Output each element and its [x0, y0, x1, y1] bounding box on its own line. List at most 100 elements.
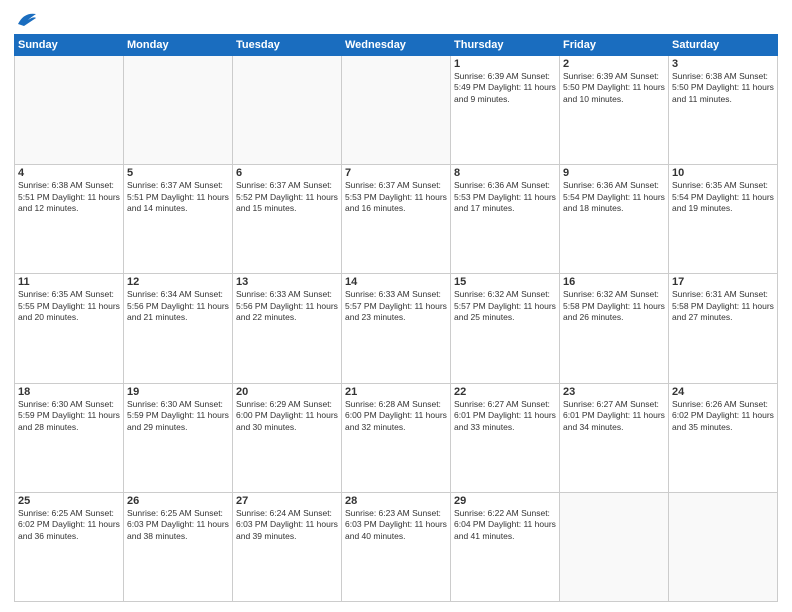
calendar-header-row: SundayMondayTuesdayWednesdayThursdayFrid…: [15, 35, 778, 56]
calendar-cell: 5Sunrise: 6:37 AM Sunset: 5:51 PM Daylig…: [124, 165, 233, 274]
calendar-cell: 24Sunrise: 6:26 AM Sunset: 6:02 PM Dayli…: [669, 383, 778, 492]
day-info: Sunrise: 6:32 AM Sunset: 5:58 PM Dayligh…: [563, 289, 665, 323]
day-info: Sunrise: 6:25 AM Sunset: 6:02 PM Dayligh…: [18, 508, 120, 542]
calendar-cell: 25Sunrise: 6:25 AM Sunset: 6:02 PM Dayli…: [15, 492, 124, 601]
calendar-cell: 13Sunrise: 6:33 AM Sunset: 5:56 PM Dayli…: [233, 274, 342, 383]
calendar-cell: 28Sunrise: 6:23 AM Sunset: 6:03 PM Dayli…: [342, 492, 451, 601]
calendar-week-row: 1Sunrise: 6:39 AM Sunset: 5:49 PM Daylig…: [15, 56, 778, 165]
calendar-cell: 27Sunrise: 6:24 AM Sunset: 6:03 PM Dayli…: [233, 492, 342, 601]
day-number: 2: [563, 58, 665, 70]
calendar-cell: [342, 56, 451, 165]
page: SundayMondayTuesdayWednesdayThursdayFrid…: [0, 0, 792, 612]
day-number: 13: [236, 276, 338, 288]
calendar-cell: 23Sunrise: 6:27 AM Sunset: 6:01 PM Dayli…: [560, 383, 669, 492]
calendar-cell: [669, 492, 778, 601]
calendar-week-row: 25Sunrise: 6:25 AM Sunset: 6:02 PM Dayli…: [15, 492, 778, 601]
calendar-cell: [233, 56, 342, 165]
day-info: Sunrise: 6:22 AM Sunset: 6:04 PM Dayligh…: [454, 508, 556, 542]
day-number: 11: [18, 276, 120, 288]
calendar-week-row: 18Sunrise: 6:30 AM Sunset: 5:59 PM Dayli…: [15, 383, 778, 492]
day-number: 10: [672, 167, 774, 179]
day-info: Sunrise: 6:29 AM Sunset: 6:00 PM Dayligh…: [236, 399, 338, 433]
day-info: Sunrise: 6:26 AM Sunset: 6:02 PM Dayligh…: [672, 399, 774, 433]
calendar-day-header: Friday: [560, 35, 669, 56]
day-number: 1: [454, 58, 556, 70]
header: [14, 10, 778, 28]
calendar-cell: 8Sunrise: 6:36 AM Sunset: 5:53 PM Daylig…: [451, 165, 560, 274]
calendar-cell: 3Sunrise: 6:38 AM Sunset: 5:50 PM Daylig…: [669, 56, 778, 165]
day-number: 5: [127, 167, 229, 179]
day-info: Sunrise: 6:37 AM Sunset: 5:52 PM Dayligh…: [236, 180, 338, 214]
day-number: 12: [127, 276, 229, 288]
day-info: Sunrise: 6:30 AM Sunset: 5:59 PM Dayligh…: [18, 399, 120, 433]
calendar-week-row: 4Sunrise: 6:38 AM Sunset: 5:51 PM Daylig…: [15, 165, 778, 274]
calendar-day-header: Monday: [124, 35, 233, 56]
day-info: Sunrise: 6:39 AM Sunset: 5:49 PM Dayligh…: [454, 71, 556, 105]
day-number: 18: [18, 386, 120, 398]
calendar-cell: 18Sunrise: 6:30 AM Sunset: 5:59 PM Dayli…: [15, 383, 124, 492]
day-number: 14: [345, 276, 447, 288]
calendar-cell: 15Sunrise: 6:32 AM Sunset: 5:57 PM Dayli…: [451, 274, 560, 383]
day-info: Sunrise: 6:23 AM Sunset: 6:03 PM Dayligh…: [345, 508, 447, 542]
calendar-cell: 12Sunrise: 6:34 AM Sunset: 5:56 PM Dayli…: [124, 274, 233, 383]
calendar-day-header: Wednesday: [342, 35, 451, 56]
calendar-day-header: Sunday: [15, 35, 124, 56]
day-number: 28: [345, 495, 447, 507]
calendar-cell: 4Sunrise: 6:38 AM Sunset: 5:51 PM Daylig…: [15, 165, 124, 274]
calendar-cell: 17Sunrise: 6:31 AM Sunset: 5:58 PM Dayli…: [669, 274, 778, 383]
calendar-cell: 29Sunrise: 6:22 AM Sunset: 6:04 PM Dayli…: [451, 492, 560, 601]
day-info: Sunrise: 6:25 AM Sunset: 6:03 PM Dayligh…: [127, 508, 229, 542]
day-info: Sunrise: 6:27 AM Sunset: 6:01 PM Dayligh…: [563, 399, 665, 433]
day-info: Sunrise: 6:35 AM Sunset: 5:54 PM Dayligh…: [672, 180, 774, 214]
day-number: 26: [127, 495, 229, 507]
day-number: 19: [127, 386, 229, 398]
day-info: Sunrise: 6:27 AM Sunset: 6:01 PM Dayligh…: [454, 399, 556, 433]
calendar-cell: [124, 56, 233, 165]
day-number: 27: [236, 495, 338, 507]
day-info: Sunrise: 6:31 AM Sunset: 5:58 PM Dayligh…: [672, 289, 774, 323]
day-number: 8: [454, 167, 556, 179]
day-info: Sunrise: 6:33 AM Sunset: 5:56 PM Dayligh…: [236, 289, 338, 323]
day-info: Sunrise: 6:36 AM Sunset: 5:53 PM Dayligh…: [454, 180, 556, 214]
day-number: 21: [345, 386, 447, 398]
calendar-cell: 14Sunrise: 6:33 AM Sunset: 5:57 PM Dayli…: [342, 274, 451, 383]
day-number: 3: [672, 58, 774, 70]
calendar-cell: 21Sunrise: 6:28 AM Sunset: 6:00 PM Dayli…: [342, 383, 451, 492]
day-number: 16: [563, 276, 665, 288]
day-number: 23: [563, 386, 665, 398]
day-info: Sunrise: 6:39 AM Sunset: 5:50 PM Dayligh…: [563, 71, 665, 105]
calendar-day-header: Tuesday: [233, 35, 342, 56]
day-info: Sunrise: 6:33 AM Sunset: 5:57 PM Dayligh…: [345, 289, 447, 323]
day-number: 25: [18, 495, 120, 507]
day-info: Sunrise: 6:37 AM Sunset: 5:53 PM Dayligh…: [345, 180, 447, 214]
day-number: 9: [563, 167, 665, 179]
day-number: 6: [236, 167, 338, 179]
calendar-week-row: 11Sunrise: 6:35 AM Sunset: 5:55 PM Dayli…: [15, 274, 778, 383]
day-info: Sunrise: 6:32 AM Sunset: 5:57 PM Dayligh…: [454, 289, 556, 323]
day-info: Sunrise: 6:35 AM Sunset: 5:55 PM Dayligh…: [18, 289, 120, 323]
calendar-cell: 9Sunrise: 6:36 AM Sunset: 5:54 PM Daylig…: [560, 165, 669, 274]
day-number: 15: [454, 276, 556, 288]
day-info: Sunrise: 6:38 AM Sunset: 5:51 PM Dayligh…: [18, 180, 120, 214]
calendar-cell: 20Sunrise: 6:29 AM Sunset: 6:00 PM Dayli…: [233, 383, 342, 492]
day-number: 22: [454, 386, 556, 398]
day-number: 20: [236, 386, 338, 398]
calendar-cell: 26Sunrise: 6:25 AM Sunset: 6:03 PM Dayli…: [124, 492, 233, 601]
calendar-cell: [560, 492, 669, 601]
calendar-cell: 16Sunrise: 6:32 AM Sunset: 5:58 PM Dayli…: [560, 274, 669, 383]
calendar-cell: 2Sunrise: 6:39 AM Sunset: 5:50 PM Daylig…: [560, 56, 669, 165]
calendar-cell: 6Sunrise: 6:37 AM Sunset: 5:52 PM Daylig…: [233, 165, 342, 274]
calendar-cell: [15, 56, 124, 165]
day-number: 7: [345, 167, 447, 179]
day-number: 29: [454, 495, 556, 507]
calendar-cell: 11Sunrise: 6:35 AM Sunset: 5:55 PM Dayli…: [15, 274, 124, 383]
logo: [14, 10, 38, 28]
day-info: Sunrise: 6:38 AM Sunset: 5:50 PM Dayligh…: [672, 71, 774, 105]
calendar-table: SundayMondayTuesdayWednesdayThursdayFrid…: [14, 34, 778, 602]
calendar-cell: 10Sunrise: 6:35 AM Sunset: 5:54 PM Dayli…: [669, 165, 778, 274]
day-number: 24: [672, 386, 774, 398]
calendar-cell: 19Sunrise: 6:30 AM Sunset: 5:59 PM Dayli…: [124, 383, 233, 492]
calendar-day-header: Saturday: [669, 35, 778, 56]
day-info: Sunrise: 6:36 AM Sunset: 5:54 PM Dayligh…: [563, 180, 665, 214]
logo-bird-icon: [16, 10, 38, 28]
